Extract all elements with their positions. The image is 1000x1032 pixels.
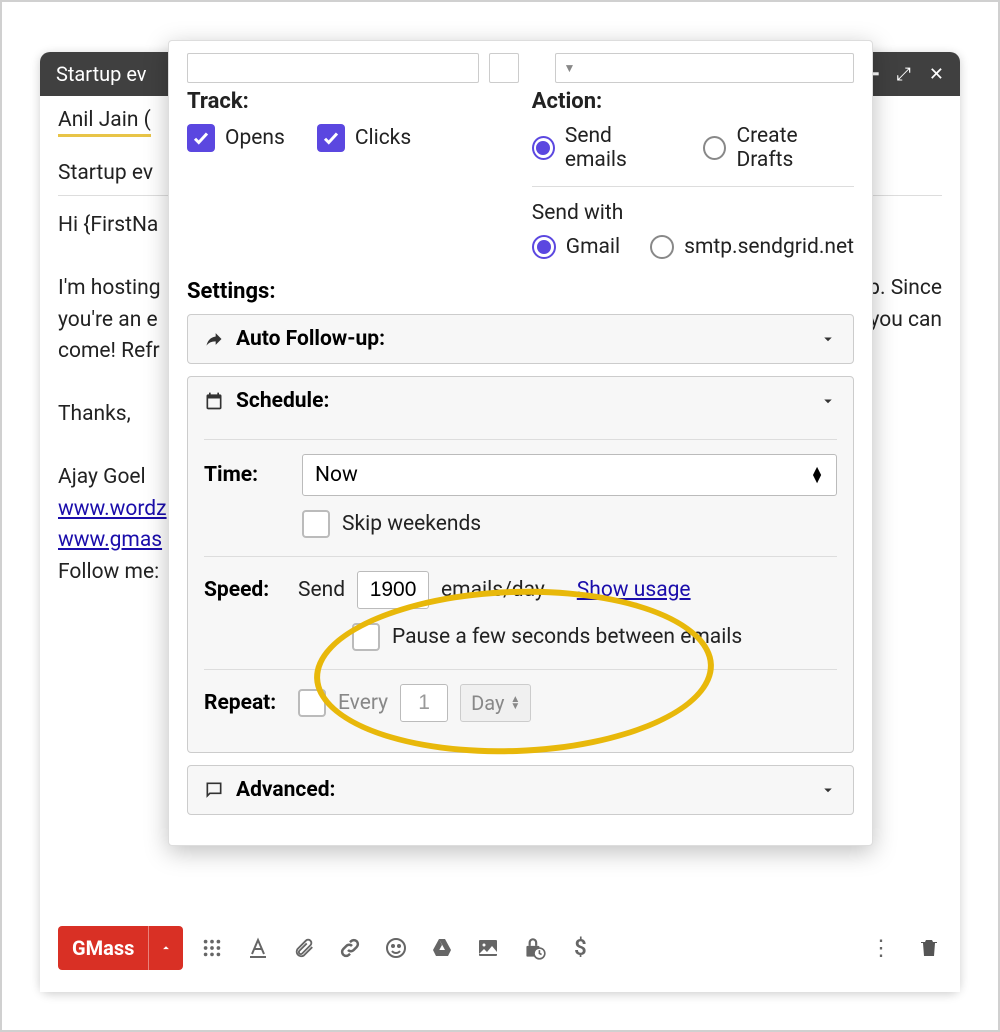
show-usage-link[interactable]: Show usage [577,578,691,602]
speed-label: Speed: [204,578,286,602]
speed-input[interactable] [357,571,429,609]
panel-top-input[interactable] [187,53,479,83]
text-format-icon[interactable] [245,935,271,961]
settings-label: Settings: [187,279,854,304]
repeat-unit-select[interactable]: Day ▲▼ [460,684,531,722]
send-with-label: Send with [532,201,854,225]
chevron-down-icon [819,392,837,410]
send-emails-radio[interactable] [532,136,555,160]
advanced-section: Advanced: [187,765,854,815]
schedule-section: Schedule: Time: Now ▲▼ Sk [187,376,854,753]
advanced-header[interactable]: Advanced: [188,766,853,814]
schedule-header[interactable]: Schedule: [188,377,853,425]
lock-time-icon[interactable] [521,935,547,961]
image-icon[interactable] [475,935,501,961]
drive-icon[interactable] [429,935,455,961]
signature-link-1[interactable]: www.wordz [58,497,167,521]
auto-followup-section: Auto Follow-up: [187,314,854,364]
repeat-checkbox[interactable] [298,689,326,717]
pause-checkbox[interactable] [352,623,380,651]
compose-window: Startup ev ━ ⤢ ✕ Anil Jain ( Startup ev … [40,52,960,992]
recipient-chip[interactable]: Anil Jain ( [58,108,151,137]
more-menu-icon[interactable]: ⋮ [868,935,894,961]
calendar-icon [204,391,224,411]
clicks-checkbox[interactable] [317,124,345,152]
repeat-count-input[interactable] [400,684,448,722]
opens-label: Opens [225,126,285,150]
link-icon[interactable] [337,935,363,961]
reply-arrow-icon [204,329,224,349]
time-label: Time: [204,463,286,487]
expand-icon[interactable]: ⤢ [897,64,911,85]
create-drafts-radio[interactable] [703,136,726,160]
chevron-down-icon [819,781,837,799]
attach-icon[interactable] [291,935,317,961]
emoji-icon[interactable] [383,935,409,961]
auto-followup-header[interactable]: Auto Follow-up: [188,315,853,363]
dollar-icon[interactable]: $ [567,935,593,961]
compose-toolbar: GMass [40,912,960,992]
gmail-radio[interactable] [532,235,556,259]
action-label: Action: [532,89,854,114]
smtp-radio[interactable] [650,235,674,259]
signature-link-2[interactable]: www.gmas [58,528,162,552]
trash-icon[interactable] [916,935,942,961]
panel-top-small[interactable] [489,53,519,83]
time-select[interactable]: Now ▲▼ [302,454,837,496]
panel-top-dropdown[interactable]: ▼ [555,53,855,83]
apps-grid-icon[interactable] [199,935,225,961]
close-icon[interactable]: ✕ [929,64,944,85]
gmass-settings-panel: ▼ Track: Opens Clicks [168,40,873,846]
gmass-dropdown-caret[interactable] [148,926,183,970]
clicks-label: Clicks [355,126,411,150]
window-title: Startup ev [56,62,147,86]
repeat-label: Repeat: [204,691,286,715]
opens-checkbox[interactable] [187,124,215,152]
gmass-button[interactable]: GMass [58,926,183,970]
skip-weekends-checkbox[interactable] [302,510,330,538]
track-label: Track: [187,89,492,114]
chat-icon [204,780,224,800]
chevron-down-icon [819,330,837,348]
